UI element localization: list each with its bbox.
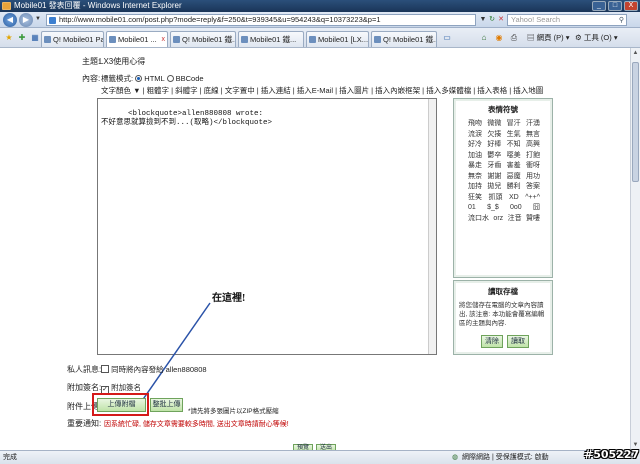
forward-icon[interactable]: ▶	[19, 13, 33, 27]
tab-6[interactable]: Q! Mobile01 鐵...	[371, 31, 437, 47]
address-bar: ◀ ▶ ▼ http://www.mobile01.com/post.php?m…	[0, 12, 640, 28]
tab-favicon	[241, 36, 248, 43]
home-icon[interactable]: ⌂	[478, 32, 490, 44]
tab-favicon	[44, 36, 51, 43]
gear-icon: ⚙	[575, 33, 582, 42]
window-title: Mobile01 發表回覆 - Windows Internet Explore…	[14, 1, 182, 10]
status-bar: 完成 ◍ 網際網路 | 受保護模式: 啟動	[0, 450, 640, 464]
private-message-checkbox-label: 同時將內容發給 allen880808	[111, 365, 207, 374]
tab-3[interactable]: Q! Mobile01 鐵...	[170, 31, 236, 47]
private-message-label: 私人訊息:	[67, 365, 102, 374]
private-message-checkbox[interactable]	[101, 365, 109, 373]
app-icon	[2, 2, 11, 10]
scroll-up-icon[interactable]: ▲	[631, 48, 640, 58]
search-icon[interactable]: ⚲	[619, 16, 624, 26]
tab-4[interactable]: Mobile01 鐵...	[238, 31, 304, 47]
signature-label: 附加簽名:	[67, 383, 102, 392]
signature-checkbox-label: 附加簽名	[111, 383, 142, 392]
maximize-button[interactable]: □	[608, 1, 622, 11]
tab-list-icon[interactable]: ▦	[29, 32, 41, 44]
batch-upload-button[interactable]: 整批上傳	[150, 398, 183, 412]
close-button[interactable]: X	[624, 1, 638, 11]
page-icon	[49, 17, 56, 24]
page-scrollbar[interactable]: ▲ ▼	[630, 48, 640, 450]
tab-favicon	[109, 36, 116, 43]
stop-icon[interactable]: ✕	[496, 15, 506, 25]
attachment-note: *請先將多張圖片以ZIP格式壓縮	[188, 408, 279, 415]
page-content: 主題: LX3使用心得 內容: 標籤模式: HTML BBCode 文字顏色 ▼…	[0, 48, 630, 450]
page-icon: ▤	[527, 33, 535, 42]
search-input[interactable]: Yahoo! Search ⚲	[507, 14, 627, 26]
notice-label: 重要通知:	[67, 419, 102, 428]
print-icon[interactable]: ⎙	[508, 32, 520, 44]
recent-pages-icon[interactable]: ▼	[35, 16, 41, 22]
tab-1[interactable]: Q! Mobile01 Pan...	[41, 31, 104, 47]
back-icon[interactable]: ◀	[3, 13, 17, 27]
add-favorites-icon[interactable]: ✚	[16, 32, 28, 44]
title-bar: Mobile01 發表回覆 - Windows Internet Explore…	[0, 0, 640, 12]
globe-icon: ◍	[452, 454, 459, 461]
tab-2-active[interactable]: Mobile01 ... x	[106, 31, 168, 47]
notice-text: 因系統忙碌, 儲存文章需要較多時間, 送出文章時請耐心等候!	[104, 421, 289, 428]
private-message-option: 同時將內容發給 allen880808	[101, 364, 207, 375]
tab-favicon	[173, 36, 180, 43]
window-controls: _ □ X	[592, 1, 638, 11]
feeds-icon[interactable]: ◉	[493, 32, 505, 44]
minimize-button[interactable]: _	[592, 1, 606, 11]
scroll-thumb[interactable]	[632, 62, 639, 182]
page-menu[interactable]: ▤ 網頁 (P) ▾	[527, 32, 570, 44]
new-tab-icon[interactable]: ▭	[441, 32, 453, 44]
tab-bar: ★ ✚ ▦ Q! Mobile01 Pan... Mobile01 ...x Q…	[0, 28, 640, 48]
watermark: #505227	[584, 448, 640, 461]
security-zone: 網際網路 | 受保護模式: 啟動	[462, 454, 549, 461]
close-tab-icon[interactable]: x	[162, 32, 166, 47]
status-text: 完成	[3, 454, 17, 461]
favorites-star-icon[interactable]: ★	[3, 32, 15, 44]
highlight-box	[92, 393, 149, 416]
tab-favicon	[374, 36, 381, 43]
tab-5[interactable]: Mobile01 [LX...	[306, 31, 369, 47]
tools-menu[interactable]: ⚙ 工具 (O) ▾	[575, 32, 618, 44]
browser-window: Mobile01 發表回覆 - Windows Internet Explore…	[0, 0, 640, 464]
url-input[interactable]: http://www.mobile01.com/post.php?mode=re…	[46, 14, 476, 26]
tab-favicon	[309, 36, 316, 43]
